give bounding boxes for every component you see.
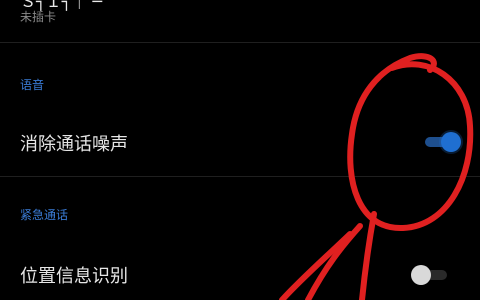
switch-knob [441, 132, 461, 152]
sim-item-status: 未插卡 [20, 10, 57, 24]
divider [0, 42, 480, 43]
setting-row-noise-cancellation[interactable]: 消除通话噪声 [0, 112, 480, 172]
section-title-voice: 语音 [20, 78, 45, 92]
noise-cancellation-switch[interactable] [423, 131, 461, 153]
location-identification-switch[interactable] [411, 264, 449, 286]
location-identification-label: 位置信息识别 [20, 266, 128, 287]
setting-row-location-identification[interactable]: 位置信息识别 [0, 244, 480, 300]
noise-cancellation-label: 消除通话噪声 [20, 134, 128, 155]
divider [0, 176, 480, 177]
switch-knob [411, 265, 431, 285]
section-title-emergency-call: 紧急通话 [20, 208, 69, 222]
